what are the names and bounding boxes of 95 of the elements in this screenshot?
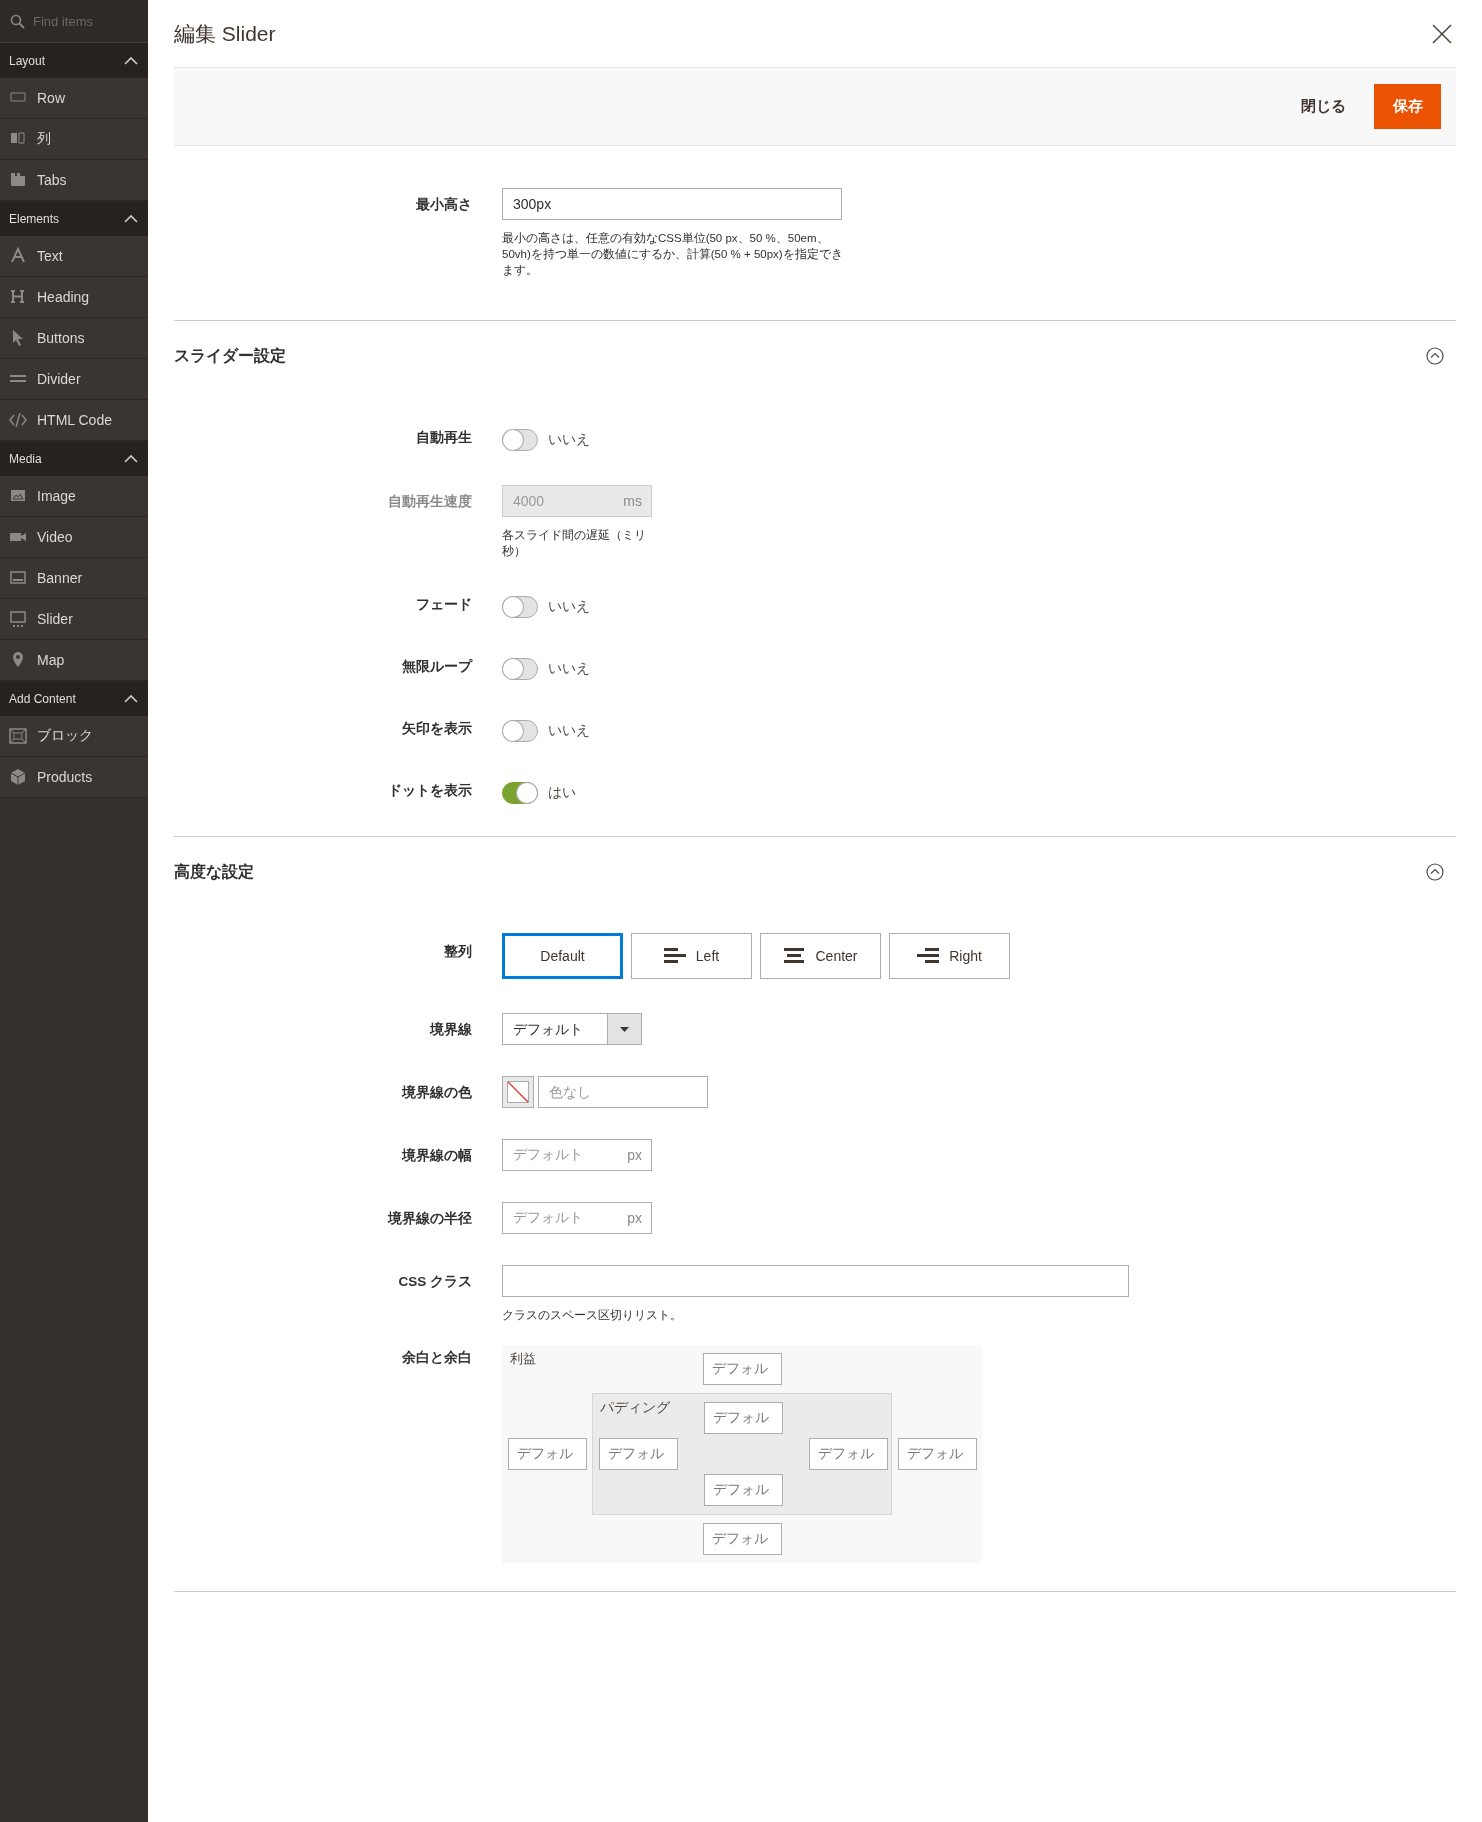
color-field[interactable]: 色なし	[538, 1076, 708, 1108]
group-header[interactable]: Elements	[0, 201, 148, 236]
section-title: スライダー設定	[174, 345, 286, 366]
sidebar-item[interactable]: ブロック	[0, 716, 148, 757]
align-option[interactable]: Right	[889, 933, 1010, 979]
collapse-icon[interactable]	[1426, 863, 1444, 881]
toggle-state: いいえ	[548, 660, 590, 678]
padding-label: パディング	[599, 1399, 670, 1417]
align-option[interactable]: Center	[760, 933, 881, 979]
sidebar-item[interactable]: Buttons	[0, 318, 148, 359]
align-center-icon	[783, 948, 806, 964]
field-label: ドットを表示	[387, 782, 472, 800]
toggle-switch[interactable]	[502, 658, 538, 680]
monitor-icon	[9, 610, 27, 628]
section-title: 高度な設定	[174, 861, 254, 883]
field-label: フェード	[415, 596, 472, 614]
tabs-icon	[9, 171, 27, 189]
sidebar-item[interactable]: 列	[0, 119, 148, 160]
toggle-switch[interactable]	[502, 720, 538, 742]
toggle-state: いいえ	[548, 722, 590, 740]
margin-bottom-field[interactable]: デフォル	[702, 1523, 782, 1555]
min-height-field[interactable]: 300px	[502, 188, 842, 220]
field-label: 矢印を表示	[401, 720, 472, 738]
field-label: 自動再生速度	[387, 493, 472, 511]
letter-icon	[9, 247, 27, 265]
sidebar-item[interactable]: Divider	[0, 359, 148, 400]
toggle-state: いいえ	[548, 598, 590, 616]
field-label: 境界線の半径	[386, 1210, 472, 1228]
group-title: Layout	[9, 53, 46, 68]
save-button[interactable]: 保存	[1374, 84, 1441, 129]
cube-icon	[9, 768, 27, 786]
sidebar-item[interactable]: Banner	[0, 558, 148, 599]
align-left-icon	[663, 948, 686, 964]
sidebar-item[interactable]: Video	[0, 517, 148, 558]
css-class-field[interactable]	[502, 1265, 1129, 1297]
align-right-icon	[917, 948, 940, 964]
help-text: クラスのスペース区切りリスト。	[502, 1308, 682, 1323]
sidebar-item[interactable]: Row	[0, 78, 148, 119]
field-label: 境界線	[428, 1021, 472, 1039]
dropdown-arrow-icon	[620, 1026, 629, 1032]
sidebar-item[interactable]: Map	[0, 640, 148, 681]
code-icon	[9, 411, 27, 429]
padding-bottom-field[interactable]: デフォル	[703, 1474, 783, 1506]
padding-right-field[interactable]: デフォル	[808, 1438, 888, 1470]
sidebar-item[interactable]: Image	[0, 476, 148, 517]
field-label: 最小高さ	[415, 196, 472, 214]
field-label: 無限ループ	[401, 658, 472, 676]
help-text: 最小の高さは、任意の有効なCSS単位(50 px、50 %、50em、50vh)を持つ単一の数値にするか、計算(50 % + 50px)を指定できます。	[502, 231, 844, 278]
close-icon[interactable]	[1432, 23, 1452, 44]
field-label: CSS クラス	[397, 1273, 472, 1291]
unit-label: px	[627, 1147, 643, 1163]
align-option[interactable]: Left	[631, 933, 752, 979]
sidebar-item[interactable]: Heading	[0, 277, 148, 318]
help-text: 各スライド間の遅延（ミリ秒）	[502, 528, 647, 559]
color-swatch[interactable]	[502, 1076, 534, 1108]
sidebar-item[interactable]: Products	[0, 757, 148, 798]
modal-title: 編集 Slider	[174, 20, 276, 47]
collapse-icon[interactable]	[1426, 347, 1444, 365]
toggle-switch[interactable]	[502, 596, 538, 618]
unit-label: ms	[623, 493, 643, 509]
margin-right-field[interactable]: デフォル	[897, 1438, 977, 1470]
block-icon	[9, 727, 27, 745]
border-select[interactable]: デフォルト	[502, 1013, 642, 1045]
close-button[interactable]: 閉じる	[1301, 85, 1346, 128]
toggle-state: はい	[548, 784, 576, 802]
group-title: Add Content	[9, 691, 76, 706]
margin-label: 利益	[509, 1351, 536, 1368]
number-field[interactable]: デフォルト px	[502, 1139, 652, 1171]
padding-left-field[interactable]: デフォル	[598, 1438, 678, 1470]
field-label: 境界線の幅	[400, 1147, 472, 1165]
unit-label: px	[627, 1210, 643, 1226]
align-option[interactable]: Default	[502, 933, 623, 979]
number-field[interactable]: デフォルト px	[502, 1202, 652, 1234]
group-title: Media	[9, 451, 42, 466]
toggle-state: いいえ	[548, 431, 590, 449]
field-label: 整列	[443, 943, 472, 961]
field-label: 境界線の色	[400, 1084, 472, 1102]
field-label: 自動再生	[415, 429, 472, 447]
heading-icon	[9, 288, 27, 306]
toggle-switch[interactable]	[502, 429, 538, 451]
sidebar-item[interactable]: HTML Code	[0, 400, 148, 441]
banner-icon	[9, 569, 27, 587]
padding-top-field[interactable]: デフォル	[703, 1402, 783, 1434]
field-label: 余白と余白	[401, 1349, 472, 1367]
group-header[interactable]: Media	[0, 441, 148, 476]
group-header[interactable]: Add Content	[0, 681, 148, 716]
margin-top-field[interactable]: デフォル	[702, 1353, 782, 1385]
group-header[interactable]: Layout	[0, 43, 148, 78]
sidebar-item[interactable]: Text	[0, 236, 148, 277]
group-title: Elements	[9, 211, 60, 226]
sidebar-item[interactable]: Slider	[0, 599, 148, 640]
search-icon	[10, 13, 25, 29]
sidebar-item[interactable]: Tabs	[0, 160, 148, 201]
margin-left-field[interactable]: デフォル	[507, 1438, 587, 1470]
toggle-switch[interactable]	[502, 782, 538, 804]
